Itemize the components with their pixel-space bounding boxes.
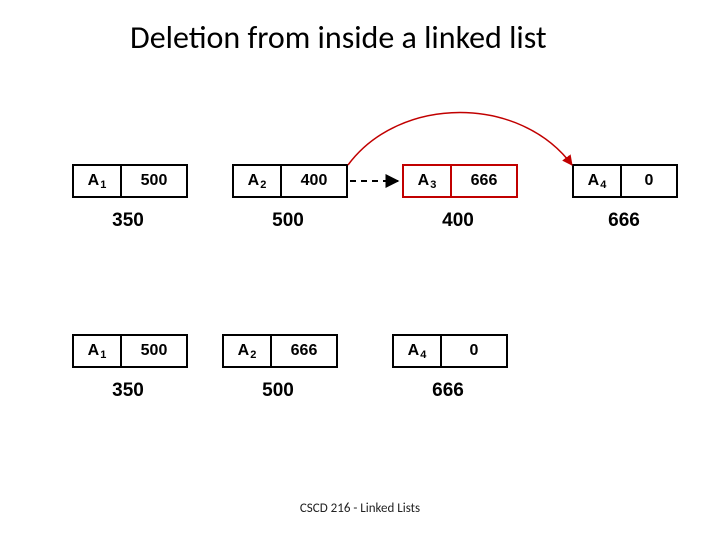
node-label: A4 (588, 172, 607, 190)
node-ptr: 400 (282, 166, 346, 196)
node-addr: 350 (98, 210, 158, 232)
node-addr: 666 (594, 210, 654, 232)
node-addr: 500 (248, 380, 308, 402)
node-a3-before: A3 666 (402, 164, 518, 198)
node-ptr: 0 (622, 166, 676, 196)
node-ptr: 500 (122, 166, 186, 196)
node-addr: 400 (428, 210, 488, 232)
node-ptr: 500 (122, 336, 186, 366)
node-a4-before: A4 0 (572, 164, 678, 198)
node-label: A1 (88, 342, 107, 360)
node-addr: 500 (258, 210, 318, 232)
node-label: A2 (238, 342, 257, 360)
node-ptr: 0 (442, 336, 506, 366)
bypass-arrow (348, 113, 572, 166)
node-label: A4 (408, 342, 427, 360)
node-ptr: 666 (452, 166, 516, 196)
node-a1-after: A1 500 (72, 334, 188, 368)
slide-title: Deletion from inside a linked list (130, 18, 547, 57)
connectors (0, 0, 720, 540)
node-addr: 350 (98, 380, 158, 402)
node-a1-before: A1 500 (72, 164, 188, 198)
node-ptr: 666 (272, 336, 336, 366)
node-label: A2 (248, 172, 267, 190)
node-a4-after: A4 0 (392, 334, 508, 368)
node-label: A1 (88, 172, 107, 190)
node-addr: 666 (418, 380, 478, 402)
node-a2-after: A2 666 (222, 334, 338, 368)
node-a2-before: A2 400 (232, 164, 348, 198)
slide-footer: CSCD 216 - Linked Lists (0, 501, 720, 516)
node-label: A3 (418, 172, 437, 190)
